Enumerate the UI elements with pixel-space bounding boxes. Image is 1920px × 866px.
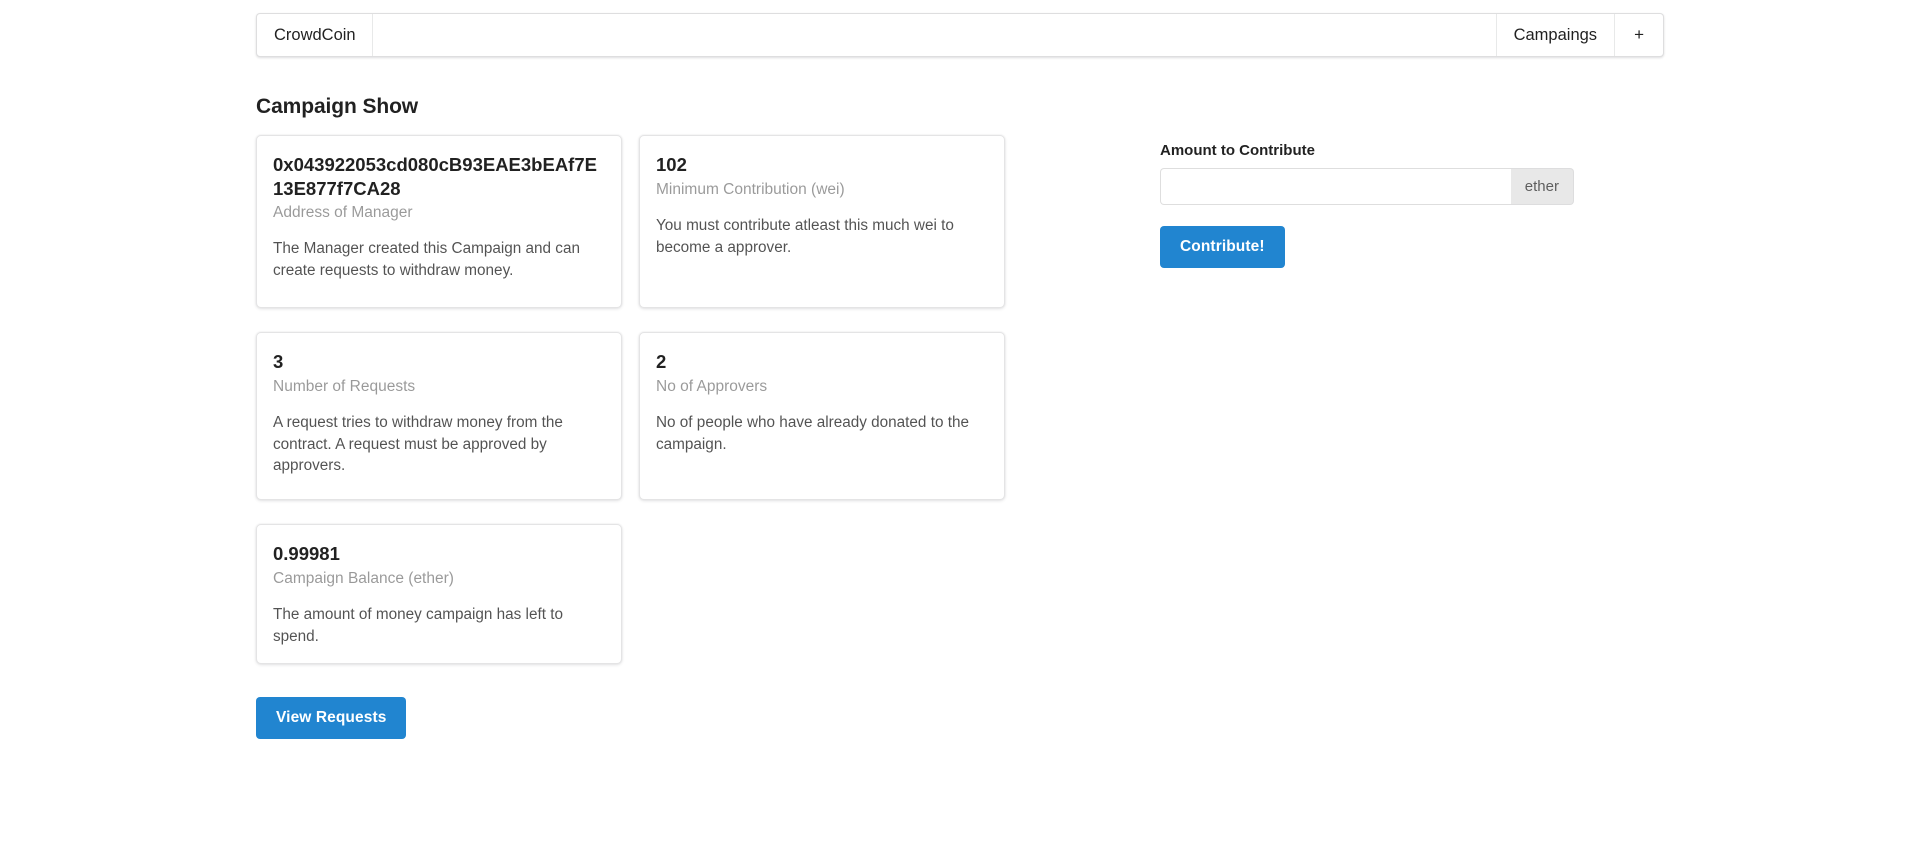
card-number-of-approvers-meta: No of Approvers: [656, 377, 988, 397]
card-manager-address-description: The Manager created this Campaign and ca…: [273, 238, 605, 281]
campaign-details-column: 0x043922053cd080cB93EAE3bEAf7E13E877f7CA…: [256, 135, 1016, 739]
card-manager-address-meta: Address of Manager: [273, 203, 605, 223]
card-number-of-approvers: 2 No of Approvers No of people who have …: [639, 332, 1005, 500]
card-number-of-requests-value: 3: [273, 350, 605, 374]
card-minimum-contribution-description: You must contribute atleast this much we…: [656, 215, 988, 258]
contribute-form: Amount to Contribute ether Contribute!: [1160, 142, 1670, 268]
amount-to-contribute-input[interactable]: [1160, 168, 1511, 205]
card-number-of-requests: 3 Number of Requests A request tries to …: [256, 332, 622, 500]
ether-unit-label: ether: [1511, 168, 1574, 205]
card-campaign-balance-meta: Campaign Balance (ether): [273, 569, 605, 589]
card-manager-address-value: 0x043922053cd080cB93EAE3bEAf7E13E877f7CA…: [273, 153, 605, 200]
nav-brand-crowdcoin[interactable]: CrowdCoin: [257, 14, 373, 56]
plus-icon: +: [1634, 25, 1644, 45]
card-number-of-requests-meta: Number of Requests: [273, 377, 605, 397]
amount-input-group: ether: [1160, 168, 1574, 205]
view-requests-button[interactable]: View Requests: [256, 697, 406, 739]
top-navigation-menu: CrowdCoin Campaings +: [256, 13, 1664, 57]
nav-item-add-campaign[interactable]: +: [1614, 14, 1663, 56]
nav-spacer: [373, 14, 1496, 56]
nav-item-campaigns-label: Campaings: [1514, 26, 1597, 45]
card-row-1: 0x043922053cd080cB93EAE3bEAf7E13E877f7CA…: [256, 135, 1016, 308]
amount-to-contribute-label: Amount to Contribute: [1160, 142, 1670, 159]
card-minimum-contribution-value: 102: [656, 153, 988, 177]
contribute-button[interactable]: Contribute!: [1160, 226, 1285, 268]
card-number-of-approvers-value: 2: [656, 350, 988, 374]
view-requests-container: View Requests: [256, 697, 1016, 739]
nav-brand-label: CrowdCoin: [274, 26, 356, 45]
card-row-3: 0.99981 Campaign Balance (ether) The amo…: [256, 524, 1016, 664]
card-campaign-balance-description: The amount of money campaign has left to…: [273, 604, 605, 647]
nav-item-campaigns[interactable]: Campaings: [1496, 14, 1614, 56]
card-manager-address: 0x043922053cd080cB93EAE3bEAf7E13E877f7CA…: [256, 135, 622, 308]
card-number-of-approvers-description: No of people who have already donated to…: [656, 412, 988, 455]
app-root: CrowdCoin Campaings + Campaign Show 0x04…: [0, 0, 1920, 866]
card-number-of-requests-description: A request tries to withdraw money from t…: [273, 412, 605, 477]
card-minimum-contribution: 102 Minimum Contribution (wei) You must …: [639, 135, 1005, 308]
card-minimum-contribution-meta: Minimum Contribution (wei): [656, 180, 988, 200]
page-title: Campaign Show: [256, 95, 418, 119]
card-campaign-balance: 0.99981 Campaign Balance (ether) The amo…: [256, 524, 622, 664]
card-campaign-balance-value: 0.99981: [273, 542, 605, 566]
card-row-2: 3 Number of Requests A request tries to …: [256, 332, 1016, 500]
nav-right-group: Campaings +: [1496, 14, 1663, 56]
